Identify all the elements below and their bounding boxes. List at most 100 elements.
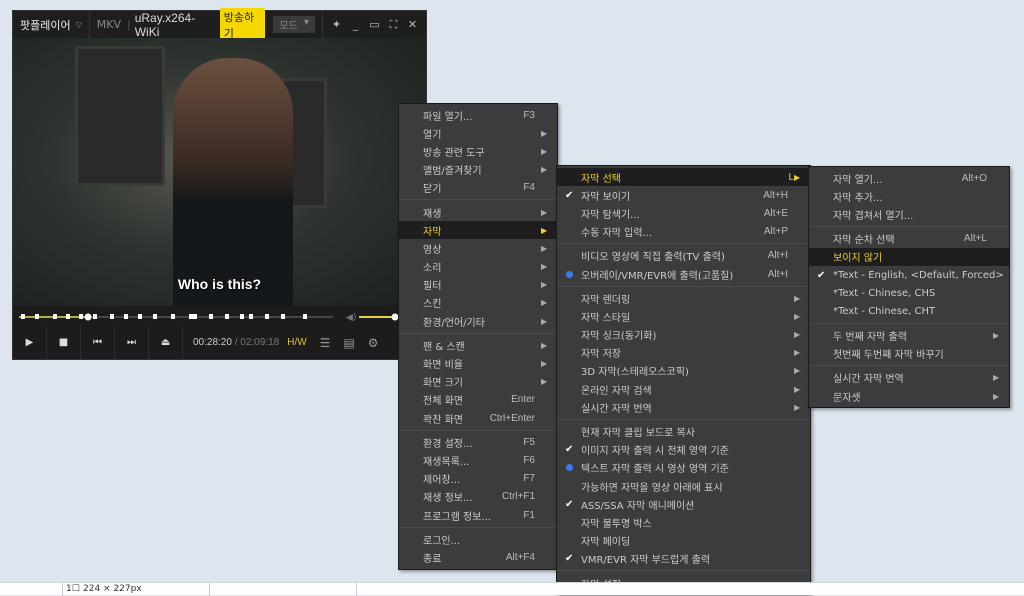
previous-button[interactable]: ⏮	[81, 326, 115, 359]
menu-item[interactable]: 온라인 자막 검색 ▶	[557, 380, 810, 398]
chapter-marker[interactable]	[138, 314, 142, 319]
menu-item[interactable]: 3D 자막(스테레오스코픽) ▶	[557, 362, 810, 380]
menu-item[interactable]: 보이지 않기	[809, 247, 1009, 266]
menu-item[interactable]: 소리 ▶	[399, 258, 557, 276]
chapter-marker[interactable]	[66, 314, 70, 319]
menu-item[interactable]: 파일 열기... F3	[399, 106, 557, 124]
menu-item[interactable]: 실시간 자막 번역 ▶	[809, 369, 1009, 387]
menu-item[interactable]: 가능하면 자막을 영상 아래에 표시	[557, 477, 810, 495]
chapter-marker[interactable]	[225, 314, 229, 319]
menu-item[interactable]: 필터 ▶	[399, 276, 557, 294]
app-menu-button[interactable]: 팟플레이어 ▽	[13, 11, 90, 38]
menu-item[interactable]: 자막 탐색기... Alt+E	[557, 204, 810, 222]
chapter-marker[interactable]	[53, 314, 57, 319]
menu-item[interactable]: *Text - Chinese, CHS	[809, 284, 1009, 302]
menu-item[interactable]: ✔ *Text - English, <Default, Forced>	[809, 266, 1009, 284]
seek-track[interactable]: ◀)	[13, 306, 426, 326]
minimize-icon[interactable]: _	[346, 18, 365, 32]
chapter-marker[interactable]	[240, 314, 244, 319]
menu-item[interactable]: 제어창... F7	[399, 470, 557, 488]
menu-item[interactable]: 자막 순차 선택 Alt+L	[809, 230, 1009, 248]
menu-item[interactable]: 현재 자막 클립 보드로 복사	[557, 422, 810, 440]
menu-item[interactable]: 자막 렌더링 ▶	[557, 289, 810, 307]
menu-item[interactable]: 종료 Alt+F4	[399, 548, 557, 566]
video-area[interactable]: Who is this?	[13, 38, 426, 306]
chapter-marker[interactable]	[189, 314, 193, 319]
eject-button[interactable]: ⏏	[149, 326, 183, 359]
menu-item[interactable]: 자막 저장 ▶	[557, 344, 810, 362]
chapter-marker[interactable]	[249, 314, 253, 319]
menu-item-label: 재생목록...	[423, 456, 470, 468]
menu-item[interactable]: 로그인...	[399, 530, 557, 548]
chapter-marker[interactable]	[110, 314, 114, 319]
fullscreen-icon[interactable]: ⛶	[384, 18, 403, 32]
menu-item[interactable]: 자막 열기... Alt+O	[809, 169, 1009, 187]
menu-item[interactable]: ✔ 이미지 자막 출력 시 전체 영역 기준	[557, 441, 810, 459]
playlist-search-icon[interactable]: ☰	[320, 336, 331, 350]
chapter-marker[interactable]	[153, 314, 157, 319]
menu-item[interactable]: 팬 & 스캔 ▶	[399, 336, 557, 354]
settings-gear-icon[interactable]: ⚙	[368, 336, 379, 350]
seek-bar[interactable]: ◀)	[13, 306, 426, 326]
menu-item[interactable]: 자막 불투명 박스	[557, 513, 810, 531]
menu-item[interactable]: 자막 추가...	[809, 187, 1009, 205]
menu-item[interactable]: 재생 정보... Ctrl+F1	[399, 488, 557, 506]
chapter-marker[interactable]	[21, 314, 25, 319]
menu-item[interactable]: 자막 스타일 ▶	[557, 307, 810, 325]
broadcast-button[interactable]: 방송하기	[219, 7, 266, 42]
chapter-marker[interactable]	[193, 314, 197, 319]
menu-item[interactable]: ✔ ASS/SSA 자막 애니메이션	[557, 495, 810, 513]
chapter-marker[interactable]	[79, 314, 83, 319]
hw-decode-button[interactable]: H/W	[287, 337, 306, 348]
chapter-marker[interactable]	[265, 314, 269, 319]
chapter-marker[interactable]	[209, 314, 213, 319]
menu-item[interactable]: 첫번째 두번째 자막 바꾸기	[809, 345, 1009, 363]
menu-item[interactable]: 환경/언어/기타 ▶	[399, 312, 557, 330]
menu-item[interactable]: 실시간 자막 번역 ▶	[557, 398, 810, 416]
maximize-icon[interactable]: ▭	[365, 18, 384, 32]
menu-item[interactable]: ✔ VMR/EVR 자막 부드럽게 출력	[557, 550, 810, 568]
menu-item[interactable]: 영상 ▶	[399, 239, 557, 257]
menu-item[interactable]: 열기 ▶	[399, 124, 557, 142]
pin-icon[interactable]: ✦	[327, 18, 346, 32]
menu-item[interactable]: 방송 관련 도구 ▶	[399, 142, 557, 160]
menu-item-shortcut: Ctrl+F1	[501, 491, 535, 503]
menu-item[interactable]: 문자셋 ▶	[809, 387, 1009, 405]
menu-item[interactable]: ✔ 자막 보이기 Alt+H	[557, 186, 810, 204]
menu-item[interactable]: 비디오 영상에 직접 출력(TV 출력) Alt+I	[557, 247, 810, 265]
mode-dropdown[interactable]: 모드 ▾	[273, 16, 316, 33]
menu-item[interactable]: 환경 설정... F5	[399, 433, 557, 451]
chapter-marker[interactable]	[124, 314, 128, 319]
menu-item[interactable]: 프로그램 정보... F1	[399, 506, 557, 524]
play-button[interactable]: ▶	[13, 326, 47, 359]
menu-item[interactable]: 자막 페이딩	[557, 532, 810, 550]
menu-item[interactable]: 닫기 F4	[399, 179, 557, 197]
menu-item[interactable]: 자막 싱크(동기화) ▶	[557, 326, 810, 344]
close-icon[interactable]: ✕	[403, 18, 422, 32]
chapter-marker[interactable]	[171, 314, 175, 319]
stop-button[interactable]: ■	[47, 326, 81, 359]
chapter-marker[interactable]	[281, 314, 285, 319]
menu-item[interactable]: 재생목록... F6	[399, 451, 557, 469]
menu-item[interactable]: 수동 자막 입력... Alt+P	[557, 223, 810, 241]
menu-item[interactable]: 두 번째 자막 출력 ▶	[809, 327, 1009, 345]
menu-item[interactable]: 꽉찬 화면 Ctrl+Enter	[399, 409, 557, 427]
menu-item[interactable]: 자막 ▶	[399, 221, 557, 240]
menu-item[interactable]: 화면 비율 ▶	[399, 354, 557, 372]
menu-item[interactable]: 전체 화면 Enter	[399, 391, 557, 409]
menu-item-label: 제어창...	[423, 475, 461, 487]
menu-item[interactable]: 자막 겹쳐서 열기...	[809, 205, 1009, 223]
menu-item[interactable]: 스킨 ▶	[399, 294, 557, 312]
subtitle-icon[interactable]: ▤	[343, 336, 354, 350]
menu-item[interactable]: 재생 ▶	[399, 203, 557, 221]
menu-item[interactable]: 오버레이/VMR/EVR에 출력(고품질) Alt+I	[557, 265, 810, 283]
menu-item[interactable]: 텍스트 자막 출력 시 영상 영역 기준	[557, 459, 810, 477]
chapter-marker[interactable]	[93, 314, 97, 319]
chapter-marker[interactable]	[303, 314, 307, 319]
menu-item[interactable]: 자막 선택 L ▶	[557, 168, 810, 187]
menu-item[interactable]: 앨범/즐겨찾기 ▶	[399, 161, 557, 179]
menu-item[interactable]: *Text - Chinese, CHT	[809, 302, 1009, 320]
chapter-marker[interactable]	[35, 314, 39, 319]
next-button[interactable]: ⏭	[115, 326, 149, 359]
menu-item[interactable]: 화면 크기 ▶	[399, 373, 557, 391]
